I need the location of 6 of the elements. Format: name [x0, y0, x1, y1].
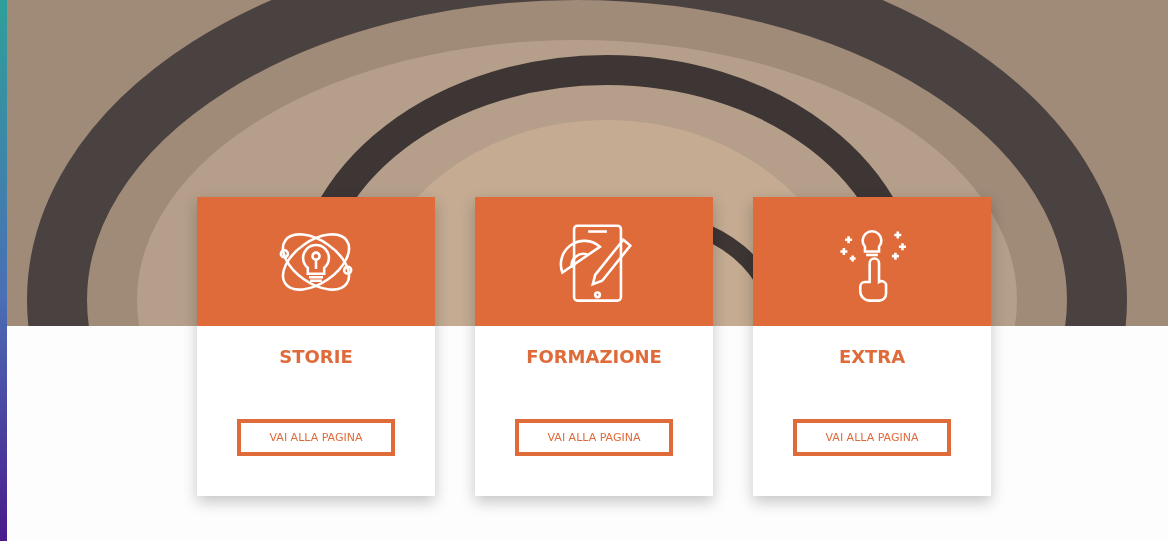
page-link-button[interactable]: VAI ALLA PAGINA — [793, 419, 951, 456]
card-title: FORMAZIONE — [526, 346, 662, 367]
page-link-button[interactable]: VAI ALLA PAGINA — [237, 419, 395, 456]
card-title: EXTRA — [838, 346, 906, 367]
page-link-button[interactable]: VAI ALLA PAGINA — [515, 419, 673, 456]
card-title: STORIE — [279, 346, 353, 367]
